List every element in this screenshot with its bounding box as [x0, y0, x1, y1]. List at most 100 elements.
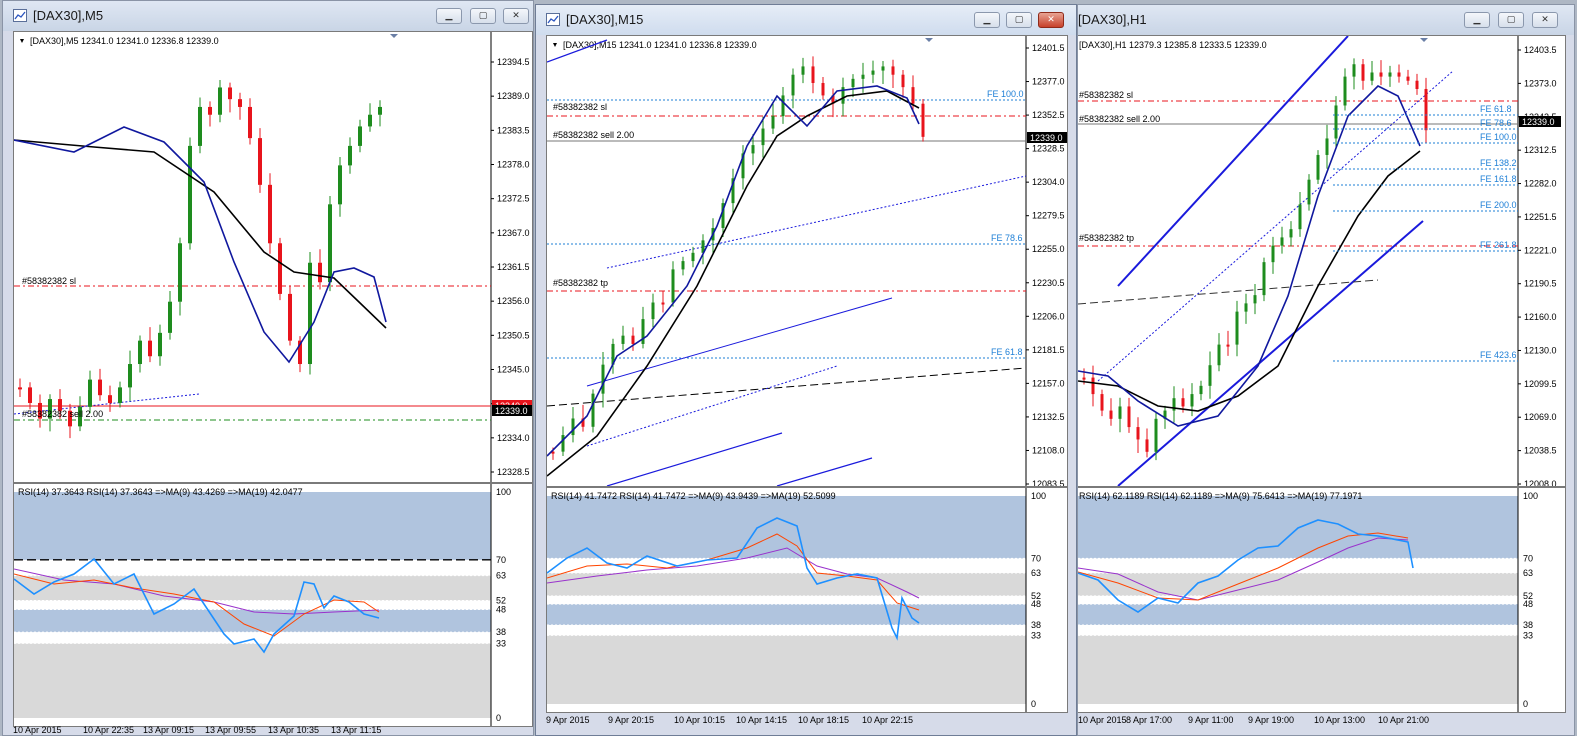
price-chart[interactable]: [DAX30],M15 12341.0 12341.0 12336.8 1233… — [546, 35, 1068, 487]
rsi-axis-label: 48 — [1031, 599, 1041, 609]
fe-label: FE 200.0 — [1480, 200, 1517, 210]
candle-body — [188, 145, 192, 244]
candle-body — [1307, 179, 1311, 205]
scroll-marker-icon — [390, 34, 398, 38]
price-axis-label: 12221.0 — [1524, 245, 1557, 255]
candle-body — [1379, 72, 1383, 77]
candle-body — [1226, 344, 1230, 347]
scroll-marker-icon — [925, 38, 933, 42]
chart-window-h1[interactable]: [DAX30],H1 ▁ ▢ ✕ [DAX30],H1 12379.3 1238… — [1077, 4, 1575, 736]
close-button[interactable]: ✕ — [1038, 12, 1064, 28]
price-axis-label: 12130.0 — [1524, 345, 1557, 355]
price-axis-label: 12367.0 — [497, 228, 530, 238]
rsi-neutral-band — [14, 609, 491, 633]
candle-body — [871, 70, 875, 75]
candle-body — [378, 106, 382, 115]
close-button[interactable]: ✕ — [503, 8, 529, 24]
time-axis-label: 10 Apr 22:15 — [862, 715, 913, 725]
scroll-marker-icon — [1420, 38, 1428, 42]
maximize-button[interactable]: ▢ — [1498, 12, 1524, 28]
candle-body — [278, 243, 282, 294]
price-axis-label: 12377.0 — [1032, 77, 1065, 87]
window-title: [DAX30],H1 — [1078, 12, 1147, 27]
candle-body — [218, 87, 222, 115]
price-axis-label: 12373.0 — [1524, 78, 1557, 88]
candle-body — [118, 387, 122, 403]
tp-order-label: #58382382 tp — [1079, 233, 1134, 243]
rsi-header: RSI(14) 41.7472 RSI(14) 41.7472 =>MA(9) … — [551, 491, 836, 501]
maximize-button[interactable]: ▢ — [1006, 12, 1032, 28]
candle-body — [661, 302, 665, 305]
rsi-axis-label: 38 — [1523, 620, 1533, 630]
title-bar[interactable]: [DAX30],M15 ▁ ▢ ✕ — [536, 5, 1076, 35]
title-bar[interactable]: [DAX30],M5 ▁ ▢ ✕ — [3, 1, 533, 31]
rsi-axis-label: 0 — [1031, 699, 1036, 709]
rsi-overbought-band — [547, 496, 1026, 559]
rsi-panel[interactable]: 100 70 63 52 48 38 33 0 RSI(14) 62.1189 RSI(14)… — [1078, 487, 1566, 713]
price-axis-label: 12206.0 — [1032, 311, 1065, 321]
candle-body — [1136, 427, 1140, 440]
fe-label: FE 78.6 — [991, 233, 1023, 243]
chart-window-m5[interactable]: [DAX30],M5 ▁ ▢ ✕ [DAX30],M5 12341.0 1234… — [2, 0, 534, 736]
fe-label: FE 161.8 — [1480, 174, 1517, 184]
minimize-button[interactable]: ▁ — [1464, 12, 1490, 28]
candle-body — [691, 252, 695, 262]
candle-body — [318, 262, 322, 283]
candle-body — [631, 335, 635, 344]
time-axis-label: 10 Apr 21:00 — [1378, 715, 1429, 725]
candle-body — [1109, 410, 1113, 419]
price-axis-label: 12345.0 — [497, 365, 530, 375]
time-axis-label: 13 Apr 11:15 — [331, 725, 381, 735]
candle-body — [158, 332, 162, 357]
candle-body — [178, 243, 182, 302]
time-axis-label: 10 Apr 18:15 — [798, 715, 849, 725]
candle-body — [591, 393, 595, 427]
price-axis-label: 12372.5 — [497, 194, 530, 204]
time-axis-label: 10 Apr 2015 — [13, 725, 62, 735]
rsi-axis-label: 63 — [1031, 568, 1041, 578]
candle-body — [561, 435, 565, 452]
title-bar[interactable]: [DAX30],H1 ▁ ▢ ✕ — [1078, 5, 1574, 35]
rsi-axis-label: 100 — [1523, 491, 1538, 501]
candle-body — [811, 66, 815, 83]
candle-body — [921, 103, 925, 137]
time-axis-label: 9 Apr 20:15 — [608, 715, 654, 725]
candle-body — [128, 364, 132, 388]
candle-body — [771, 116, 775, 129]
price-axis-label: 12255.0 — [1032, 244, 1065, 254]
price-chart[interactable]: [DAX30],H1 12379.3 12385.8 12333.5 12339… — [1078, 35, 1566, 487]
price-axis-label: 12350.5 — [497, 330, 530, 340]
candle-body — [911, 87, 915, 104]
channel-line — [1117, 36, 1349, 287]
rsi-axis-label: 38 — [1031, 620, 1041, 630]
rsi-axis-label: 38 — [496, 627, 506, 637]
price-chart[interactable]: [DAX30],M5 12341.0 12341.0 12336.8 12339… — [13, 31, 533, 483]
price-tag-black-text: 12339.0 — [495, 406, 528, 416]
rsi-panel[interactable]: 100 70 63 52 48 38 33 0 RSI(14) 41.7472 RSI(14)… — [546, 487, 1068, 713]
time-axis-label: 9 Apr 11:00 — [1188, 715, 1233, 725]
candle-body — [671, 269, 675, 303]
time-axis-label: 13 Apr 10:35 — [268, 725, 319, 735]
rsi-neutral-band — [547, 604, 1026, 625]
candle-body — [1145, 439, 1149, 452]
price-axis-label: 12099.5 — [1524, 379, 1557, 389]
minimize-button[interactable]: ▁ — [436, 8, 462, 24]
price-axis-label: 12181.5 — [1032, 345, 1065, 355]
symbol-header: [DAX30],H1 12379.3 12385.8 12333.5 12339… — [1079, 40, 1267, 50]
minimize-button[interactable]: ▁ — [974, 12, 1000, 28]
candle-body — [1082, 377, 1086, 380]
candle-body — [1397, 72, 1401, 77]
candle-body — [168, 301, 172, 333]
channel-line — [586, 365, 838, 447]
rsi-header: RSI(14) 37.3643 RSI(14) 37.3643 =>MA(9) … — [18, 487, 303, 497]
candle-body — [621, 335, 625, 344]
candle-body — [108, 395, 112, 403]
channel-line — [606, 175, 1027, 269]
price-axis-label: 12403.5 — [1524, 45, 1557, 55]
close-button[interactable]: ✕ — [1532, 12, 1558, 28]
price-tag-black-text: 12339.0 — [1522, 117, 1555, 127]
candle-body — [1262, 262, 1266, 296]
rsi-panel[interactable]: 100 70 63 52 48 38 33 0 RSI(14) 37.3643 RSI(14)… — [13, 483, 533, 727]
maximize-button[interactable]: ▢ — [470, 8, 496, 24]
chart-window-m15[interactable]: [DAX30],M15 ▁ ▢ ✕ [DAX30],M15 12341.0 12… — [535, 4, 1077, 736]
